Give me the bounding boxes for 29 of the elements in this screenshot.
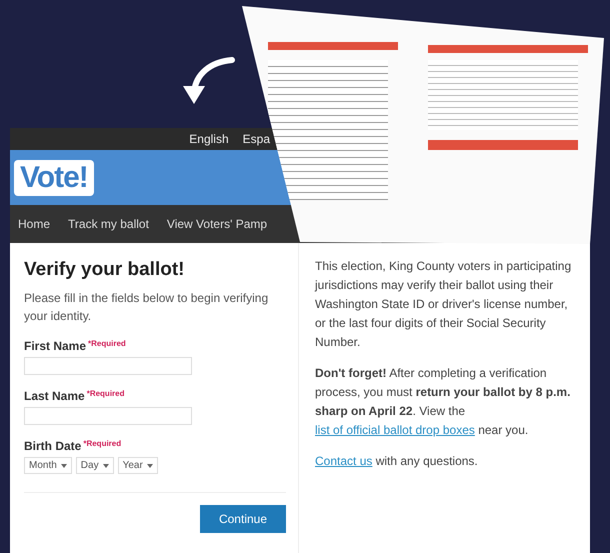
info-paragraph: Contact us with any questions. (315, 453, 479, 470)
link[interactable]: Contact us (315, 454, 372, 468)
link[interactable]: list of official ballot drop boxes (315, 423, 475, 437)
input-field[interactable] (24, 407, 192, 425)
field-label: First Name (24, 339, 86, 353)
date-dropdown[interactable]: Day (76, 457, 114, 474)
form-intro: Please fill in the fields below to begin verifying your identity. (24, 290, 270, 325)
field-label: Birth Date (24, 439, 82, 453)
nav-link[interactable]: View Voters' Pamp (166, 217, 268, 231)
field-label: Last Name (24, 389, 85, 403)
caret-icon (60, 464, 67, 468)
form-title: Verify your ballot! (24, 259, 186, 281)
caret-icon (146, 464, 153, 468)
vote-logo: Vote! (14, 160, 94, 196)
date-dropdown[interactable]: Month (24, 457, 72, 474)
required-note: *Required (83, 439, 122, 448)
nav-link[interactable]: Track my ballot (68, 217, 149, 231)
continue-button[interactable]: Continue (200, 505, 286, 533)
info-paragraph: This election, King County voters in participating jurisdictions may verify their ballot using their Washington State ID or driver's license number, or the last four digits of their Social Security Number. (315, 258, 572, 351)
nav-link[interactable]: Home (18, 217, 50, 231)
required-note: *Required (88, 339, 126, 348)
curved-arrow-icon (180, 56, 236, 106)
date-dropdown[interactable]: Year (118, 457, 158, 474)
caret-icon (102, 464, 109, 468)
info-paragraph: Don't forget! After completing a verification process, you must return your ballot by 8 p.m. sharp on April 22. View the list of official ballot drop boxes near you. (315, 365, 572, 439)
language-link[interactable]: English (189, 132, 229, 146)
language-link[interactable]: Espa (242, 132, 270, 146)
required-note: *Required (86, 389, 124, 398)
input-field[interactable] (24, 357, 192, 375)
